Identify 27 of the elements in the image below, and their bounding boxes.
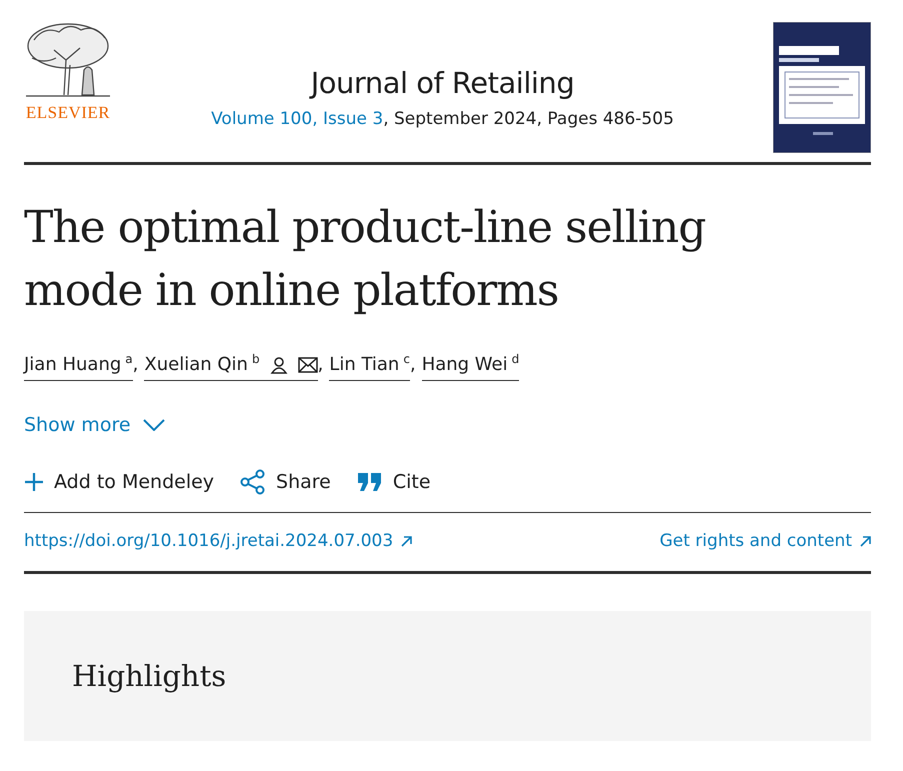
mail-icon: [298, 356, 318, 372]
author-link[interactable]: Lin Tian $^{c}$: [329, 351, 410, 381]
person-icon: [270, 356, 288, 374]
chevron-icon: [142, 419, 165, 432]
author-link[interactable]: Hang Wei $^{d}$: [422, 351, 520, 381]
author-separator: ,: [132, 353, 138, 377]
issue-details: , September 2024, Pages 486-505: [383, 108, 674, 129]
author-link[interactable]: Xuelian Qin $^{b}$: [144, 351, 318, 381]
highlights-heading: Highlights: [72, 658, 228, 694]
article-title: The optimal product-line selling mode in online platforms: [24, 201, 706, 318]
author-link[interactable]: Jian Huang $^{a}$: [24, 351, 133, 381]
author-separator: ,: [318, 353, 324, 377]
cite-button[interactable]: Cite: [356, 468, 431, 496]
add-button[interactable]: Add to Mendeley: [24, 468, 214, 496]
share-icon: [240, 468, 266, 495]
author-separator: ,: [410, 353, 416, 377]
external-link-icon: [401, 536, 412, 547]
share-button[interactable]: Share: [240, 468, 331, 496]
quote-icon: [356, 472, 383, 492]
doi-link[interactable]: https://doi.org/10.1016/j.jretai.2024.07.003: [24, 528, 412, 554]
external-link-icon: [860, 536, 871, 547]
show-more-toggle[interactable]: Show more: [24, 411, 165, 440]
journal-title: Journal of Retailing: [308, 66, 576, 101]
plus-icon: [24, 472, 44, 492]
publisher-name: ELSEVIER: [26, 104, 110, 121]
rights-link[interactable]: Get rights and content: [660, 528, 871, 554]
volume-issue-link[interactable]: Volume 100, Issue 3: [211, 108, 384, 129]
